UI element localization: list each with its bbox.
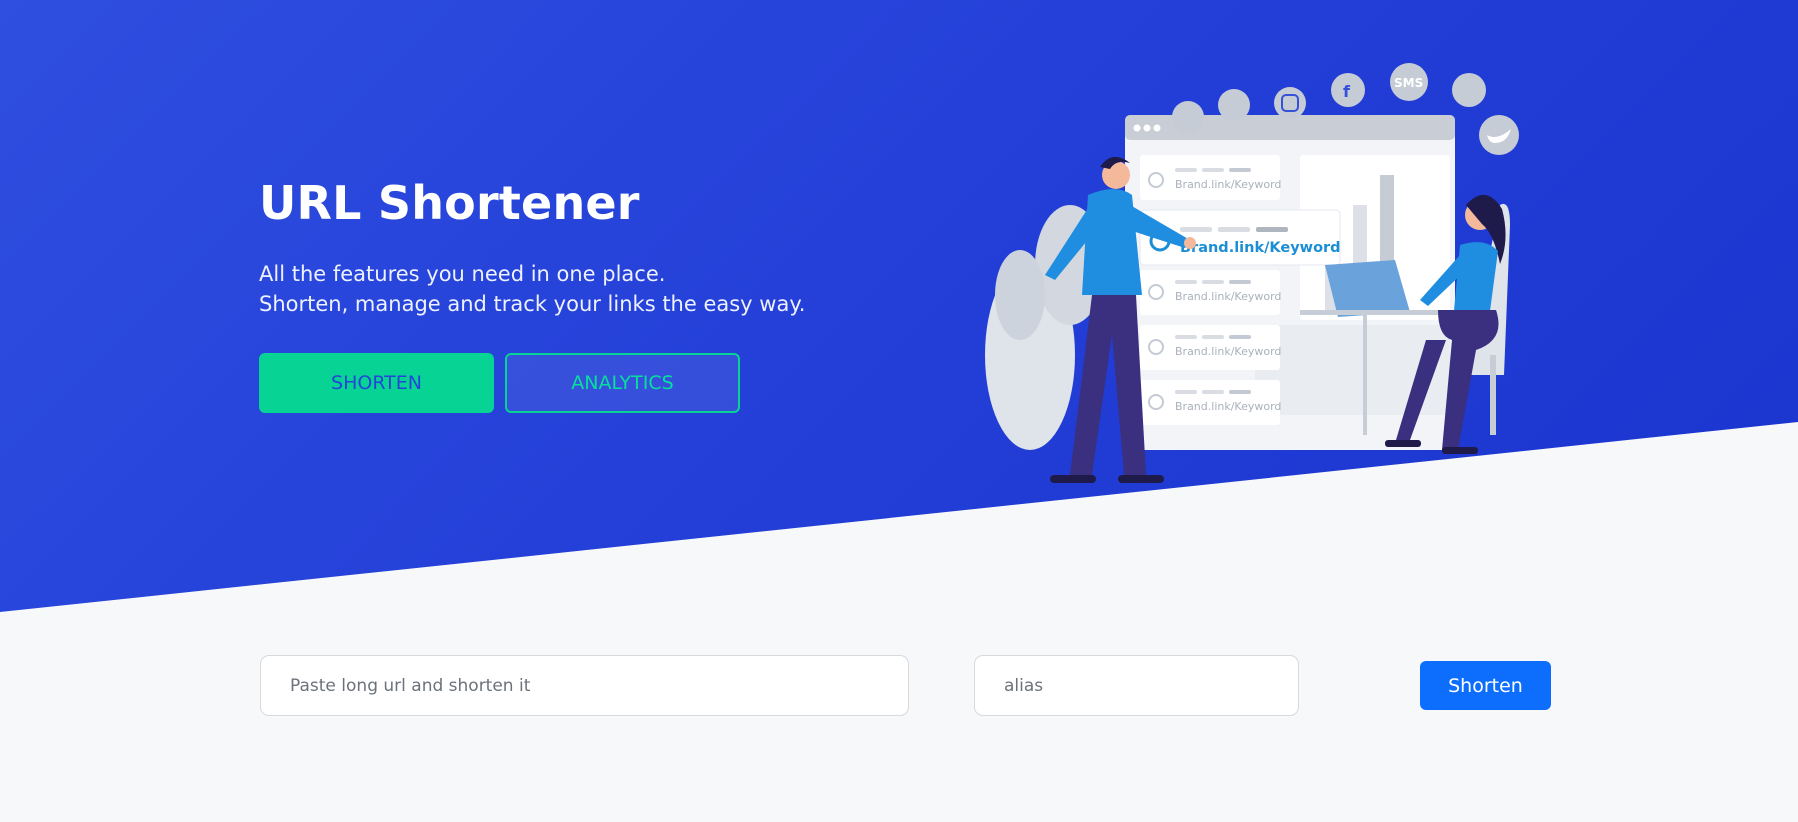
analytics-nav-button[interactable]: ANALYTICS	[505, 353, 740, 413]
hero-subtitle-line1: All the features you need in one place.	[259, 262, 666, 286]
chat-icon	[1172, 101, 1204, 133]
sms-label: SMS	[1394, 76, 1423, 90]
hero-illustration: Brand.link/Keyword Brand.link/Keyword Br…	[985, 63, 1519, 483]
twitter-icon	[1479, 115, 1519, 155]
qr-code-icon	[1452, 73, 1486, 107]
link-list: Brand.link/Keyword Brand.link/Keyword Br…	[1140, 155, 1281, 425]
instagram-icon	[1274, 87, 1306, 119]
shorten-nav-button[interactable]: SHORTEN	[259, 353, 494, 413]
mail-icon	[1218, 89, 1250, 121]
alias-input[interactable]	[974, 655, 1299, 716]
hero-subtitle: All the features you need in one place. …	[259, 259, 805, 319]
link-row-text: Brand.link/Keyword	[1175, 400, 1281, 413]
hero-subtitle-line2: Shorten, manage and track your links the…	[259, 292, 806, 316]
highlighted-link-text: Brand.link/Keyword	[1180, 240, 1341, 256]
link-row-text: Brand.link/Keyword	[1175, 345, 1281, 358]
link-row-text: Brand.link/Keyword	[1175, 290, 1281, 303]
page-title: URL Shortener	[259, 176, 640, 230]
link-row-text: Brand.link/Keyword	[1175, 178, 1281, 191]
shorten-submit-button[interactable]: Shorten	[1420, 661, 1551, 710]
svg-text:f: f	[1343, 82, 1351, 101]
url-input[interactable]	[260, 655, 909, 716]
